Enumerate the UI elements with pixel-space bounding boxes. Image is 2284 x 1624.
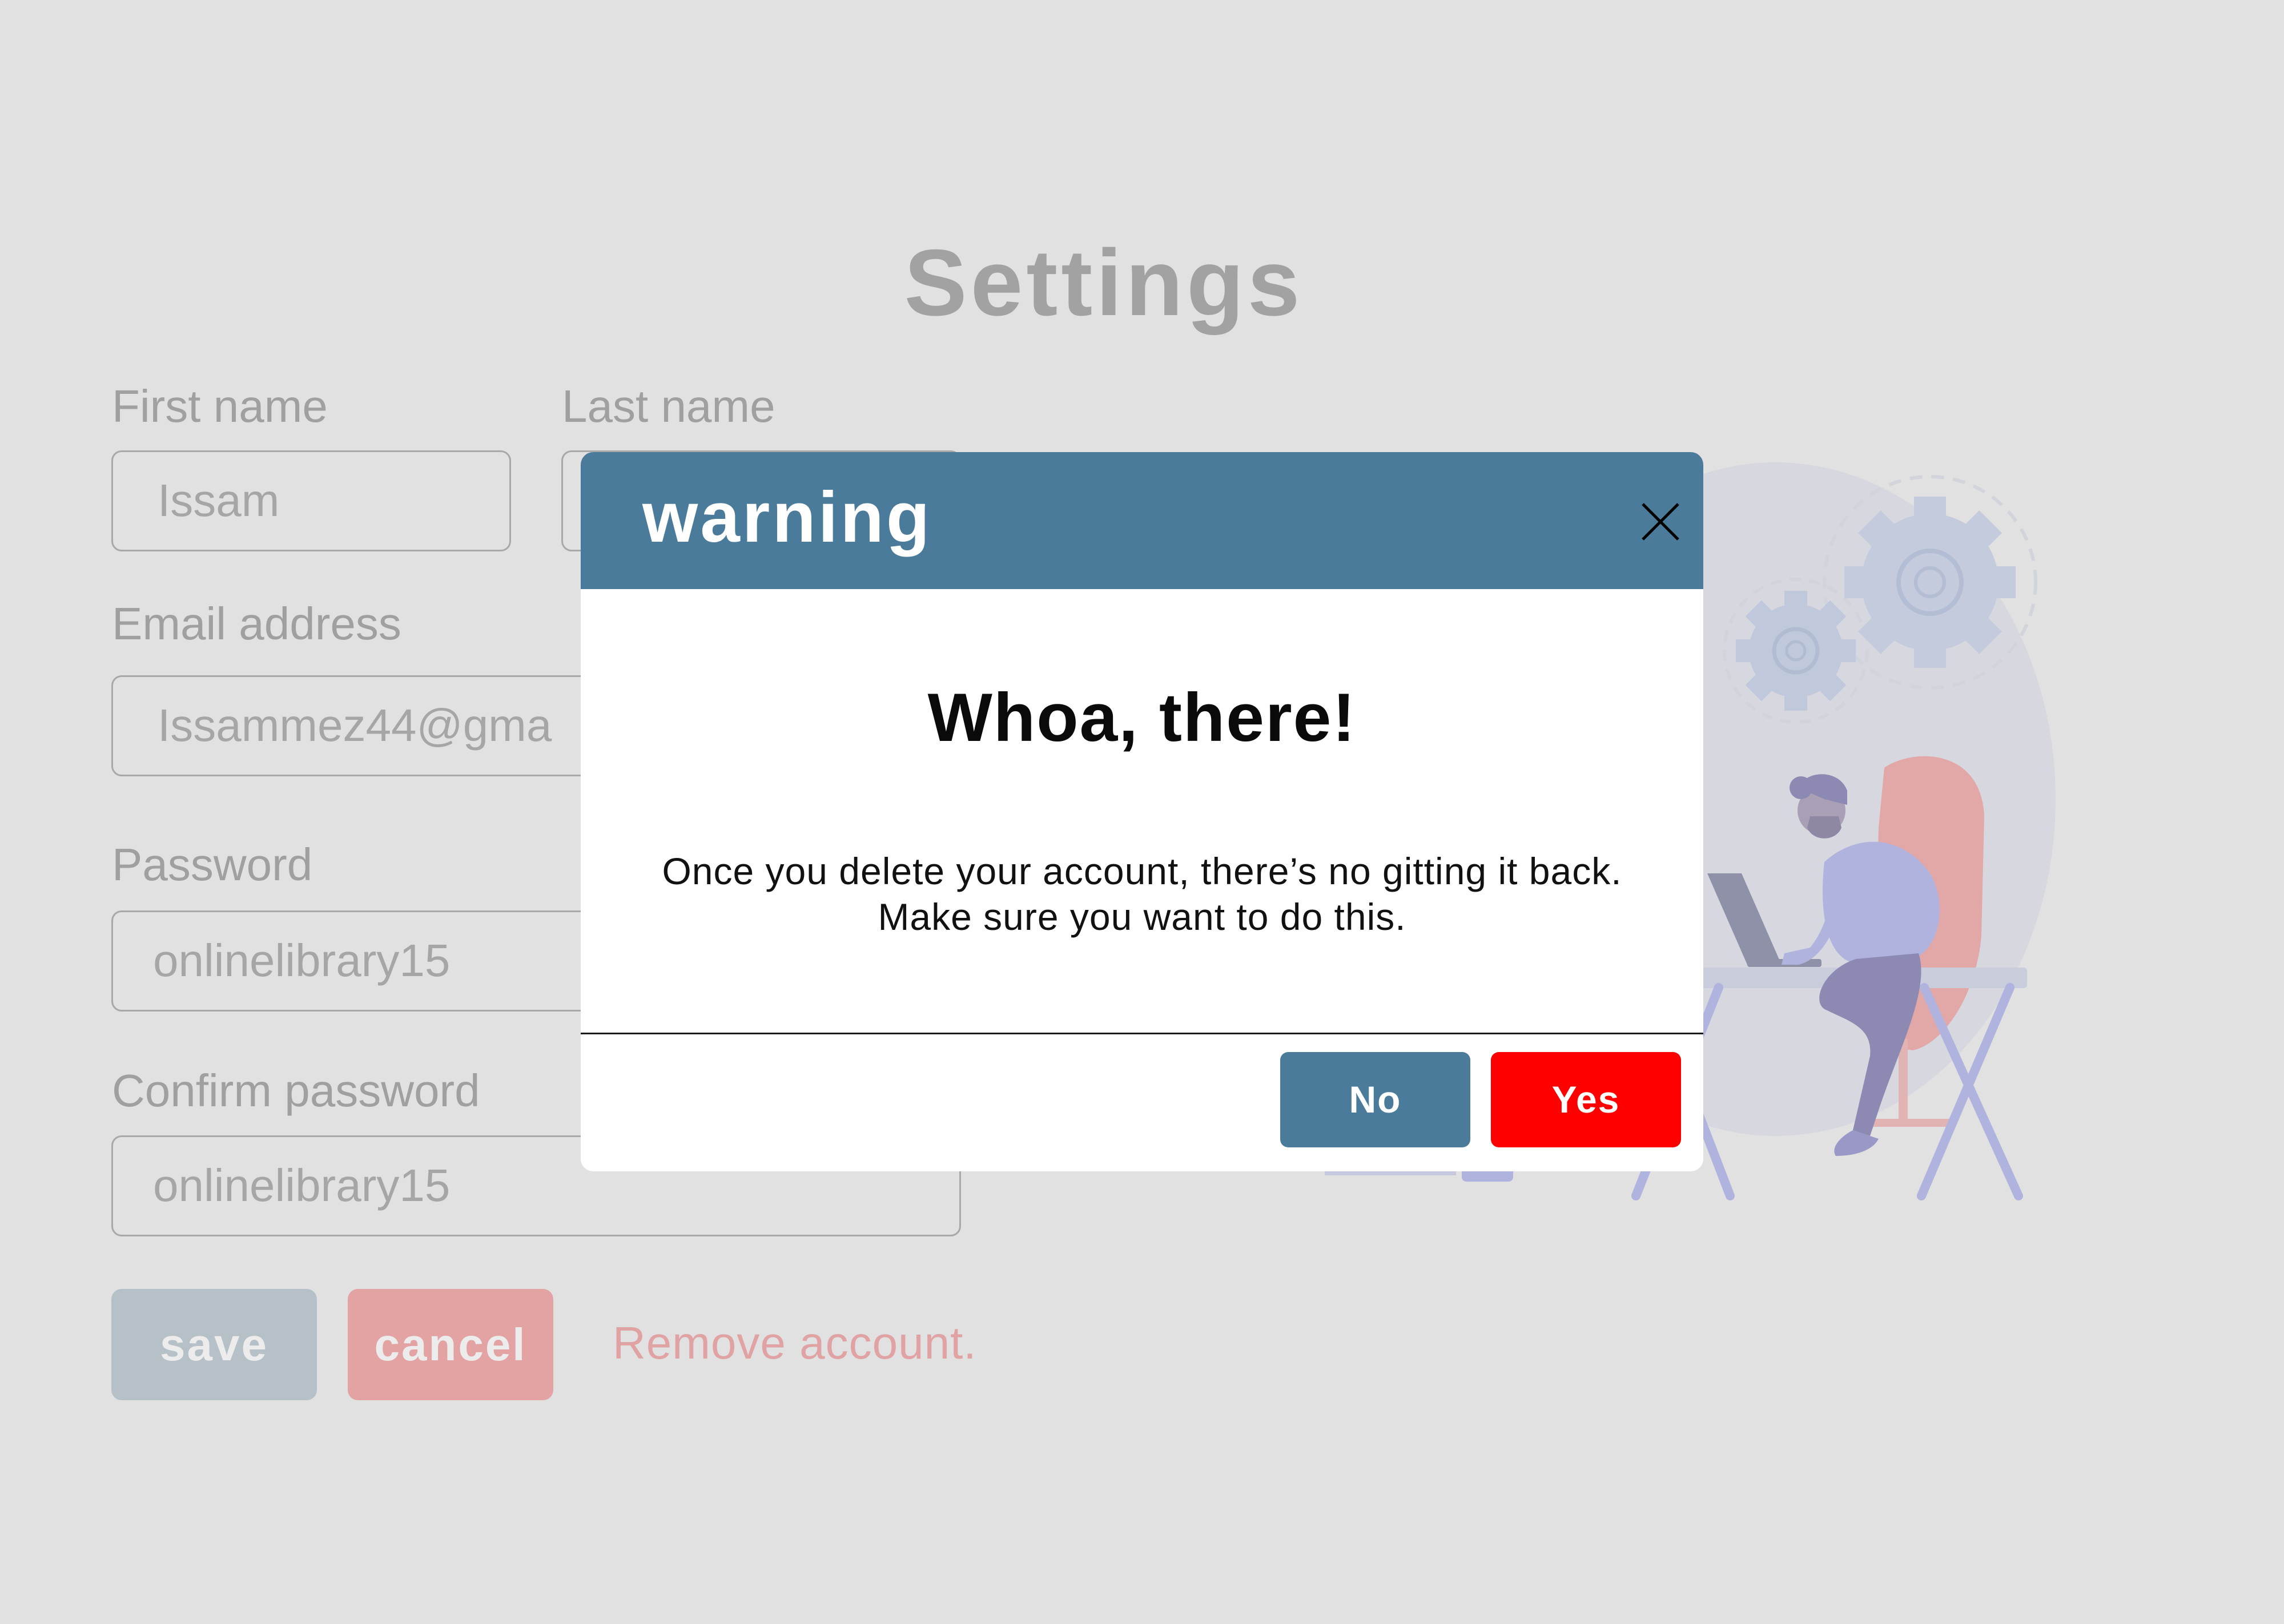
modal-message-line-2: Make sure you want to do this. (878, 896, 1406, 938)
yes-button[interactable]: Yes (1491, 1052, 1681, 1147)
page-title: Settings (904, 230, 1304, 335)
warning-modal: warning Whoa, there! Once you delete you… (581, 452, 1703, 1171)
modal-message-line-1: Once you delete your account, there’s no… (662, 850, 1622, 892)
remove-account-link[interactable]: Remove account. (613, 1315, 977, 1372)
close-icon[interactable] (1640, 502, 1680, 542)
last-name-label: Last name (562, 381, 775, 432)
cancel-button[interactable]: cancel (348, 1289, 553, 1400)
settings-page: Settings First name Issam Last name Emai… (0, 0, 2284, 1624)
first-name-label: First name (112, 381, 328, 432)
password-label: Password (112, 839, 313, 890)
modal-divider (581, 1033, 1703, 1034)
large-gear-icon (1844, 497, 2016, 668)
save-button[interactable]: save (111, 1289, 317, 1400)
email-label: Email address (112, 598, 401, 649)
small-gear-icon (1736, 591, 1856, 711)
modal-title: warning (642, 478, 932, 557)
confirm-password-label: Confirm password (112, 1065, 480, 1116)
modal-heading: Whoa, there! (927, 679, 1357, 756)
no-button[interactable]: No (1280, 1052, 1470, 1147)
first-name-field[interactable]: Issam (111, 450, 511, 551)
modal-header: warning (581, 452, 1703, 589)
